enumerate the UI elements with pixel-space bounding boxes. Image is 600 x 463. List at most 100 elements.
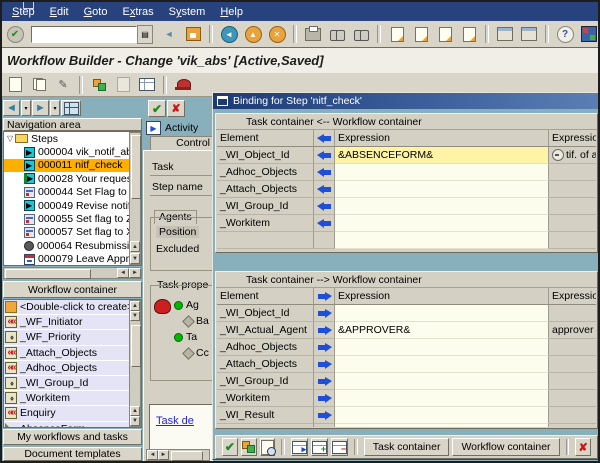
element-cell[interactable]: _Workitem xyxy=(217,215,314,232)
delete-line-button[interactable]: − xyxy=(331,438,348,456)
menu-item-help[interactable]: Help xyxy=(220,6,243,18)
print-button[interactable] xyxy=(302,23,324,45)
container-scroll-up2-button[interactable]: ▲ xyxy=(130,406,140,416)
expression-cell[interactable]: &APPROVER& xyxy=(335,322,549,339)
expression-cell[interactable] xyxy=(335,181,549,198)
expression-cell[interactable] xyxy=(335,198,549,215)
task-container-button[interactable]: Task container xyxy=(364,438,450,456)
tree-step-000064[interactable]: 000064 Resubmissi xyxy=(4,239,141,252)
help-button[interactable]: ? xyxy=(554,23,576,45)
element-cell[interactable]: _WI_Actual_Agent xyxy=(217,322,314,339)
container-scroll-up-button[interactable]: ▲ xyxy=(130,301,140,311)
back-button[interactable]: ◄ xyxy=(218,23,240,45)
last-page-button[interactable] xyxy=(458,23,480,45)
tree-step-000044[interactable]: 000044 Set Flag to X xyxy=(4,186,141,199)
save-button[interactable] xyxy=(182,23,204,45)
cancel-button[interactable]: ✕ xyxy=(266,23,288,45)
expression-cell[interactable] xyxy=(335,356,549,373)
test-workflow-button[interactable] xyxy=(88,74,110,96)
element-cell[interactable] xyxy=(217,232,314,249)
check-binding-button[interactable] xyxy=(241,438,257,456)
nav-forward-button[interactable]: ► xyxy=(32,100,49,116)
element-cell[interactable]: _WI_Group_Id xyxy=(217,373,314,390)
back-arrow-button[interactable]: ◄ xyxy=(158,23,180,45)
tree-scrollbar[interactable]: ▲ ▼ xyxy=(129,132,141,265)
tree-step-000079[interactable]: 000079 Leave Appro xyxy=(4,253,141,266)
enter-button[interactable]: ✔ xyxy=(4,23,26,45)
detail-hscroll-thumb[interactable] xyxy=(171,451,203,461)
element-cell[interactable] xyxy=(217,424,314,427)
new-session-button[interactable] xyxy=(494,23,516,45)
expression-cell[interactable] xyxy=(335,232,549,249)
element-cell[interactable]: _Workitem xyxy=(217,390,314,407)
copy-button[interactable] xyxy=(28,74,50,96)
binding-trace-button[interactable] xyxy=(260,438,276,456)
append-line-button[interactable]: + xyxy=(311,438,328,456)
first-page-button[interactable] xyxy=(386,23,408,45)
container-item[interactable]: ‹›_WI_Group_Id xyxy=(4,376,141,391)
element-cell[interactable]: _Attach_Objects xyxy=(217,356,314,373)
tree-step-000011[interactable]: 000011 nitf_check xyxy=(4,159,141,172)
nav-forward-dropdown[interactable]: ▾ xyxy=(50,100,60,116)
container-scrollbar-thumb[interactable] xyxy=(131,325,141,367)
element-cell[interactable]: _WI_Result xyxy=(217,407,314,424)
tree-scroll-right-button[interactable]: ► xyxy=(129,268,141,278)
tree-scroll-down-button[interactable]: ▼ xyxy=(130,253,140,264)
tree-scrollbar-thumb[interactable] xyxy=(131,135,141,199)
expression-cell[interactable] xyxy=(335,373,549,390)
command-field-dropdown[interactable]: ▤ xyxy=(137,25,153,44)
object-value-icon[interactable] xyxy=(552,149,564,161)
element-cell[interactable]: _WI_Object_Id xyxy=(217,305,314,322)
tree-step-000057[interactable]: 000057 Set flag to X xyxy=(4,226,141,239)
expression-cell[interactable] xyxy=(335,164,549,181)
display-change-button[interactable]: ✎ xyxy=(52,74,74,96)
detail-scroll-right-button[interactable]: ► xyxy=(158,450,169,460)
find-button[interactable] xyxy=(326,23,348,45)
workflow-container-button[interactable]: Workflow container xyxy=(452,438,559,456)
tree-step-000049[interactable]: 000049 Revise notifi xyxy=(4,199,141,212)
nav-back-button[interactable]: ◄ xyxy=(3,100,20,116)
agents-excluded-item[interactable]: Excluded xyxy=(156,243,199,255)
tree-hscrollbar-thumb[interactable] xyxy=(5,269,91,279)
expression-cell[interactable]: &ABSENCEFORM& xyxy=(335,147,549,164)
table-view-button[interactable] xyxy=(136,74,158,96)
expression-cell[interactable] xyxy=(335,305,549,322)
element-cell[interactable]: _Adhoc_Objects xyxy=(217,164,314,181)
element-cell[interactable]: _WI_Object_Id xyxy=(217,147,314,164)
tree-step-000028[interactable]: 000028 Your request xyxy=(4,172,141,185)
nav-back-dropdown[interactable]: ▾ xyxy=(21,100,31,116)
tree-expand-icon[interactable]: ▽ xyxy=(7,134,13,143)
element-cell[interactable]: _Adhoc_Objects xyxy=(217,339,314,356)
container-item[interactable]: ««_Adhoc_Objects xyxy=(4,361,141,376)
tree-step-000055[interactable]: 000055 Set flag to Z xyxy=(4,212,141,225)
tree-step-000004[interactable]: 000004 vik_notif_abs xyxy=(4,145,141,158)
container-scroll-down2-button[interactable]: ▼ xyxy=(130,416,140,426)
container-item[interactable]: AbsenceForm xyxy=(4,422,141,429)
workflow-container-header-button[interactable]: Workflow container xyxy=(3,281,142,298)
expression-cell[interactable] xyxy=(335,424,549,427)
expression-cell[interactable] xyxy=(335,339,549,356)
exit-button[interactable]: ▲ xyxy=(242,23,264,45)
menu-item-edit[interactable]: Edit xyxy=(50,6,69,18)
expression-cell[interactable] xyxy=(335,390,549,407)
container-item[interactable]: ‹›_WF_Priority xyxy=(4,330,141,345)
insert-line-button[interactable]: ▸ xyxy=(291,438,308,456)
container-item[interactable]: ««_WF_Initiator xyxy=(4,315,141,330)
create-button[interactable] xyxy=(4,74,26,96)
my-workflows-button[interactable]: My workflows and tasks xyxy=(3,429,142,445)
menu-item-extras[interactable]: Extras xyxy=(122,6,153,18)
previous-page-button[interactable] xyxy=(410,23,432,45)
tab-control[interactable]: Control xyxy=(150,136,213,150)
container-scrollbar[interactable]: ▲ ▼ ▲ ▼ xyxy=(129,300,141,427)
expression-cell[interactable] xyxy=(335,407,549,424)
container-scroll-down-button[interactable]: ▼ xyxy=(130,311,140,321)
activate-button[interactable] xyxy=(172,74,194,96)
menu-item-system[interactable]: System xyxy=(169,6,206,18)
detail-scroll-left-button[interactable]: ◄ xyxy=(147,450,158,460)
agents-position-item[interactable]: Position xyxy=(156,226,199,238)
next-page-button[interactable] xyxy=(434,23,456,45)
container-item[interactable]: ‹›_Workitem xyxy=(4,391,141,406)
confirm-step-button[interactable]: ✔ xyxy=(148,100,166,117)
overview-button[interactable] xyxy=(61,100,81,116)
expression-cell[interactable] xyxy=(335,215,549,232)
